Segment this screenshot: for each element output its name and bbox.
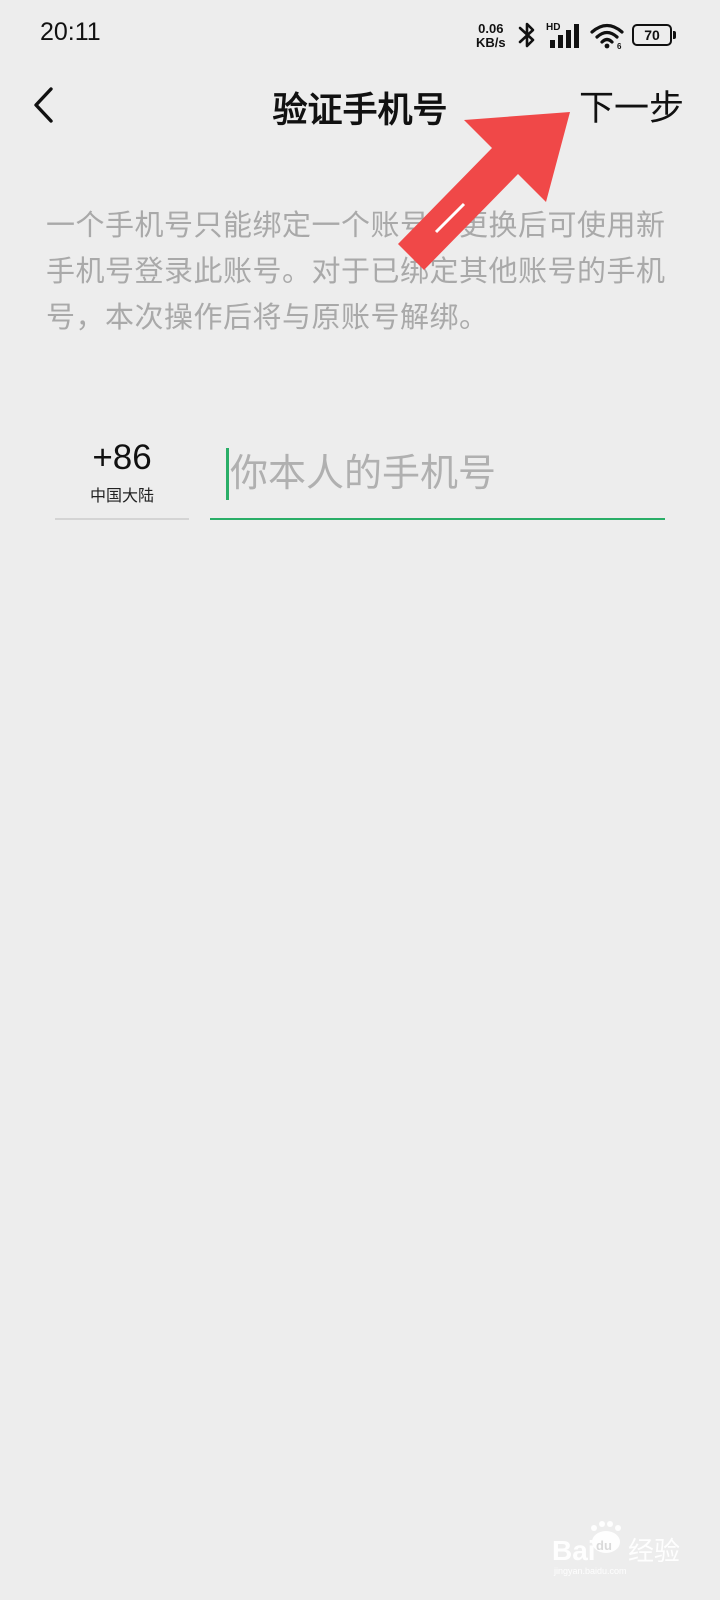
network-speed-value: 0.06 [478, 21, 504, 36]
battery-level: 70 [632, 24, 672, 46]
country-name: 中国大陆 [89, 486, 154, 505]
country-code: +86 [92, 438, 152, 477]
battery-tip [673, 31, 676, 39]
bluetooth-icon [518, 22, 535, 48]
wifi-icon: 6 [590, 23, 624, 50]
watermark-brand-2: du [596, 1538, 612, 1553]
phone-number-input[interactable] [230, 438, 650, 508]
signal-icon: HD [546, 22, 579, 48]
country-code-selector[interactable]: +86 中国大陆 [55, 430, 189, 520]
watermark-domain: jingyan.baidu.com [553, 1566, 627, 1576]
network-speed: 0.06 KB/s [476, 22, 506, 50]
baidu-jingyan-watermark: Bai du 经验 jingyan.baidu.com [552, 1521, 680, 1576]
text-cursor [226, 448, 229, 500]
svg-text:6: 6 [617, 42, 622, 50]
network-type-label: HD [546, 22, 560, 33]
status-bar: 20:11 0.06 KB/s HD 6 70 [0, 0, 720, 70]
phone-number-field[interactable] [210, 430, 665, 520]
status-time: 20:11 [40, 18, 101, 46]
watermark-brand: Bai [552, 1535, 596, 1566]
network-speed-unit: KB/s [476, 35, 506, 50]
annotation-arrow-icon [398, 112, 570, 270]
watermark-jingyan: 经验 [628, 1537, 680, 1567]
battery-icon: 70 [632, 24, 676, 46]
